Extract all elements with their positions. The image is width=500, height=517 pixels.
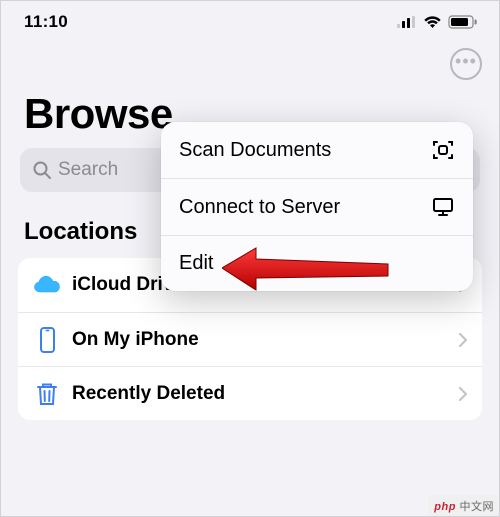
- status-bar: 11:10: [0, 0, 500, 44]
- watermark-brand: php: [434, 501, 456, 513]
- chevron-right-icon: [458, 386, 468, 402]
- menu-item-label: Edit: [179, 252, 213, 275]
- chevron-right-icon: [458, 332, 468, 348]
- menu-connect-to-server[interactable]: Connect to Server: [161, 178, 473, 235]
- watermark-text: 中文网: [456, 501, 494, 513]
- status-indicators: [397, 15, 478, 29]
- location-label: On My iPhone: [72, 329, 458, 351]
- iphone-icon: [32, 326, 72, 354]
- context-menu: Scan Documents Connect to Server: [161, 122, 473, 291]
- menu-item-label: Scan Documents: [179, 139, 331, 162]
- cellular-icon: [397, 16, 417, 28]
- server-icon: [431, 195, 455, 219]
- wifi-icon: [423, 15, 442, 29]
- menu-scan-documents[interactable]: Scan Documents: [161, 122, 473, 178]
- icloud-icon: [32, 274, 72, 296]
- ellipsis-icon: •••: [455, 51, 477, 72]
- trash-icon: [32, 381, 72, 407]
- location-on-my-iphone[interactable]: On My iPhone: [18, 312, 482, 366]
- battery-icon: [448, 15, 478, 29]
- menu-item-label: Connect to Server: [179, 196, 340, 219]
- location-label: Recently Deleted: [72, 383, 458, 405]
- more-button[interactable]: •••: [450, 48, 482, 80]
- menu-edit[interactable]: Edit: [161, 235, 473, 291]
- location-recently-deleted[interactable]: Recently Deleted: [18, 366, 482, 420]
- search-icon: [32, 160, 52, 180]
- status-time: 11:10: [24, 12, 68, 32]
- watermark: php 中文网: [428, 495, 500, 517]
- scan-icon: [431, 138, 455, 162]
